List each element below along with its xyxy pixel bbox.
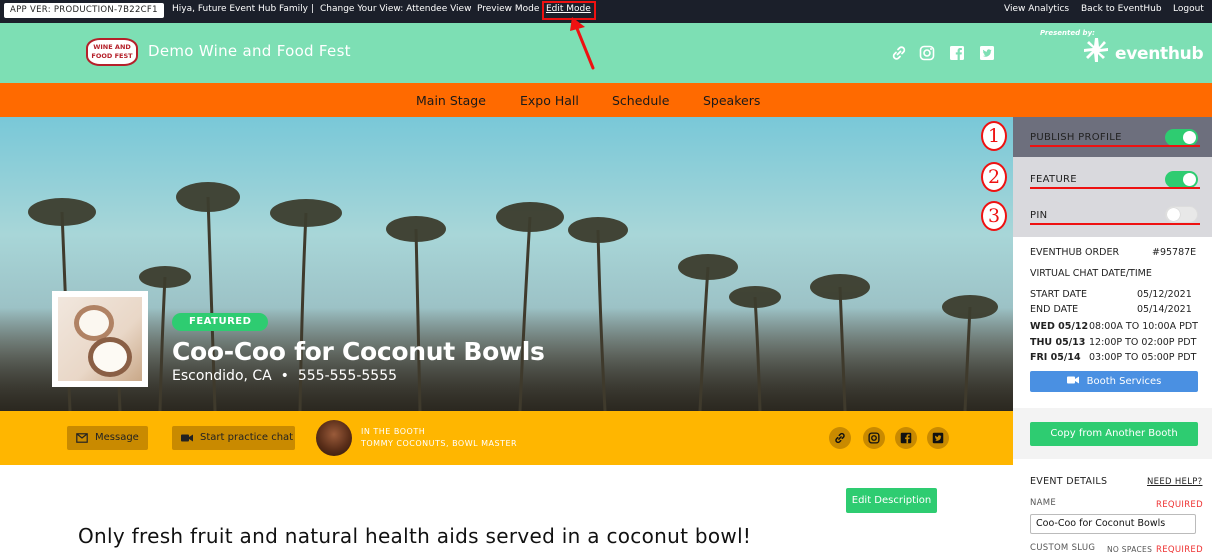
virtual-chat-label: VIRTUAL CHAT DATE/TIME: [1030, 268, 1152, 279]
app-version-badge: APP VER: PRODUCTION-7B22CF1: [4, 3, 164, 18]
schedule-time: 03:00P TO 05:00P PDT: [1089, 352, 1197, 363]
order-number: #95787E: [1152, 247, 1197, 258]
schedule-day: FRI 05/14: [1030, 352, 1081, 363]
nav-speakers[interactable]: Speakers: [703, 93, 760, 108]
envelope-icon: [76, 433, 88, 443]
start-date-label: START DATE: [1030, 289, 1088, 300]
pin-toggle[interactable]: [1165, 206, 1198, 223]
preview-mode-link[interactable]: Preview Mode: [477, 4, 539, 14]
name-input[interactable]: Coo-Coo for Coconut Bowls: [1030, 514, 1196, 534]
booth-instagram-icon[interactable]: [863, 427, 885, 449]
booth-services-button[interactable]: Booth Services: [1030, 371, 1198, 392]
booth-location: Escondido, CA: [172, 368, 272, 384]
admin-top-bar: APP VER: PRODUCTION-7B22CF1 Hiya, Future…: [0, 0, 1212, 23]
twitter-icon[interactable]: [979, 45, 995, 61]
booth-subtitle: Escondido, CA • 555-555-5555: [172, 368, 397, 384]
instagram-icon[interactable]: [919, 45, 935, 61]
publish-profile-label: PUBLISH PROFILE: [1030, 132, 1122, 143]
booth-facebook-icon[interactable]: [895, 427, 917, 449]
logout-link[interactable]: Logout: [1173, 4, 1204, 14]
practice-chat-label: Start practice chat: [200, 432, 294, 443]
no-spaces-label: NO SPACES: [1107, 545, 1153, 554]
logo-line-2: FOOD FEST: [91, 52, 133, 60]
name-field-label: NAME: [1030, 498, 1057, 508]
schedule-day: THU 05/13: [1030, 337, 1086, 348]
edit-sidebar: PUBLISH PROFILE FEATURE PIN EVENTHUB ORD…: [1013, 117, 1212, 557]
schedule-day: WED 05/12: [1030, 321, 1089, 332]
annotation-underline-1: [1030, 145, 1200, 147]
bullet-separator: •: [280, 368, 289, 384]
booth-action-bar: Message Start practice chat IN THE BOOTH…: [0, 411, 1013, 465]
view-analytics-link[interactable]: View Analytics: [1004, 4, 1069, 14]
nav-main-stage[interactable]: Main Stage: [416, 93, 486, 108]
eventhub-brand[interactable]: eventhub: [1115, 44, 1204, 64]
video-camera-icon: [1066, 376, 1079, 384]
schedule-time: 08:00A TO 10:00A PDT: [1089, 321, 1198, 332]
feature-toggle[interactable]: [1165, 171, 1198, 188]
event-details-label: EVENT DETAILS: [1030, 476, 1108, 487]
annotation-marker-1: 1: [981, 121, 1007, 151]
pin-label: PIN: [1030, 210, 1048, 221]
palm-trees-image: [0, 182, 1013, 411]
feature-label: FEATURE: [1030, 174, 1077, 185]
order-label: EVENTHUB ORDER: [1030, 247, 1120, 258]
link-icon[interactable]: [891, 45, 907, 61]
host-name: TOMMY COCONUTS, BOWL MASTER: [361, 439, 518, 448]
nav-expo-hall[interactable]: Expo Hall: [520, 93, 579, 108]
toggle-rows-bg: [1013, 157, 1212, 237]
start-practice-chat-button[interactable]: Start practice chat: [172, 426, 295, 450]
need-help-link[interactable]: NEED HELP?: [1147, 477, 1202, 487]
booth-services-label: Booth Services: [1086, 376, 1162, 387]
booth-hero-banner: FEATURED Coo-Coo for Coconut Bowls Escon…: [0, 117, 1013, 411]
greeting-text: Hiya, Future Event Hub Family: [172, 4, 309, 14]
slug-required-label: REQUIRED: [1156, 545, 1203, 555]
edit-description-button[interactable]: Edit Description: [846, 488, 937, 513]
message-button[interactable]: Message: [67, 426, 148, 450]
separator: |: [311, 4, 315, 14]
end-date-label: END DATE: [1030, 304, 1079, 315]
event-logo[interactable]: WINE AND FOOD FEST: [86, 38, 138, 66]
in-the-booth-label: IN THE BOOTH: [361, 427, 426, 436]
name-required-label: REQUIRED: [1156, 500, 1203, 510]
annotation-arrow: [570, 17, 595, 70]
change-view-link[interactable]: Change Your View: Attendee View: [320, 4, 471, 14]
booth-thumbnail[interactable]: [52, 291, 148, 387]
publish-profile-toggle[interactable]: [1165, 129, 1198, 146]
logo-line-1: WINE AND: [93, 43, 131, 51]
annotation-marker-2: 2: [981, 162, 1007, 192]
back-to-eventhub-link[interactable]: Back to EventHub: [1081, 4, 1162, 14]
booth-phone[interactable]: 555-555-5555: [298, 368, 397, 384]
eventhub-logo-icon: [1084, 38, 1108, 62]
schedule-time: 12:00P TO 02:00P PDT: [1089, 337, 1197, 348]
annotation-underline-3: [1030, 223, 1200, 225]
booth-title: Coo-Coo for Coconut Bowls: [172, 337, 545, 366]
booth-description: Only fresh fruit and natural health aids…: [78, 524, 752, 548]
end-date-value: 05/14/2021: [1137, 304, 1192, 315]
facebook-icon[interactable]: [949, 45, 965, 61]
coconut-image: [58, 297, 142, 381]
main-nav: Main Stage Expo Hall Schedule Speakers: [0, 83, 1212, 117]
event-title: Demo Wine and Food Fest: [148, 42, 351, 60]
start-date-value: 05/12/2021: [1137, 289, 1192, 300]
annotation-underline-2: [1030, 187, 1200, 189]
annotation-marker-3: 3: [981, 201, 1007, 231]
nav-schedule[interactable]: Schedule: [612, 93, 669, 108]
video-camera-icon: [181, 434, 193, 442]
featured-badge: FEATURED: [172, 313, 269, 331]
custom-slug-label: CUSTOM SLUG: [1030, 543, 1096, 553]
host-avatar: [316, 420, 352, 456]
booth-link-icon[interactable]: [829, 427, 851, 449]
site-header: WINE AND FOOD FEST Demo Wine and Food Fe…: [0, 23, 1212, 83]
copy-from-another-booth-button[interactable]: Copy from Another Booth: [1030, 422, 1198, 446]
event-details-panel: EVENT DETAILS NEED HELP? NAME REQUIRED C…: [1013, 459, 1212, 557]
booth-twitter-icon[interactable]: [927, 427, 949, 449]
message-button-label: Message: [95, 432, 139, 443]
